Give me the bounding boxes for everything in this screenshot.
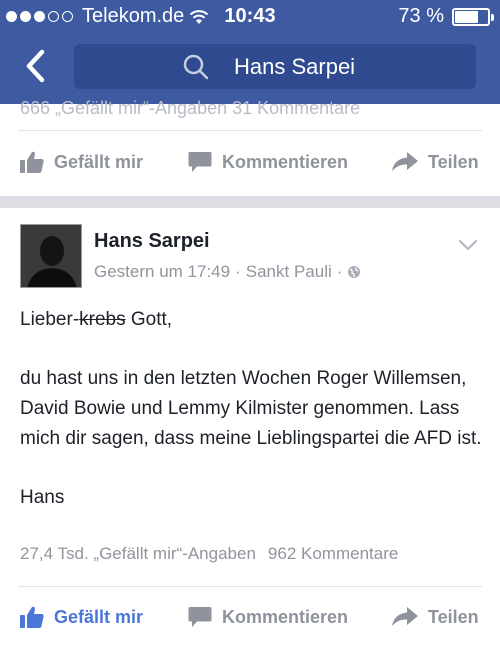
post-location[interactable]: Sankt Pauli <box>246 262 332 282</box>
globe-icon <box>348 266 361 278</box>
post-greeting: Lieber-krebs Gott, <box>20 309 173 330</box>
post-stats: 27,4 Tsd. „Gefällt mir“-Angaben 962 Komm… <box>20 544 398 564</box>
share-arrow-icon <box>392 152 418 171</box>
back-chevron-icon[interactable] <box>20 46 50 86</box>
like-label: Gefällt mir <box>54 151 144 172</box>
previous-post-actions: Gefällt mir Kommentieren Teilen <box>0 142 500 182</box>
battery-level <box>455 10 479 23</box>
previous-post-card: 666 „Gefällt mir“-Angaben 31 Kommentare … <box>0 98 500 196</box>
post-paragraph: du hast uns in den letzten Wochen Roger … <box>20 368 482 449</box>
share-button[interactable]: Teilen <box>392 142 479 182</box>
app-header: Telekom.de 10:43 73 % Hans Sarpei <box>0 0 500 104</box>
separator: · <box>235 262 241 281</box>
post-actions: Gefällt mir Kommentieren Teilen <box>0 597 500 637</box>
search-icon <box>183 54 209 80</box>
share-label: Teilen <box>428 151 479 172</box>
like-button[interactable]: Gefällt mir <box>20 142 143 182</box>
divider <box>18 586 482 587</box>
likes-count[interactable]: 27,4 Tsd. „Gefällt mir“-Angaben <box>20 544 256 564</box>
author-name[interactable]: Hans Sarpei <box>94 230 210 253</box>
comment-label: Kommentieren <box>222 151 349 172</box>
previous-post-stats: 666 „Gefällt mir“-Angaben 31 Kommentare <box>20 98 361 118</box>
divider <box>18 130 482 131</box>
comment-bubble-icon <box>188 607 212 627</box>
comment-button[interactable]: Kommentieren <box>188 142 348 182</box>
thumbs-up-icon <box>20 606 44 628</box>
battery-icon <box>452 7 494 26</box>
comment-bubble-icon <box>188 152 212 172</box>
search-field[interactable]: Hans Sarpei <box>74 44 476 89</box>
thumbs-up-icon <box>20 151 44 173</box>
profile-photo <box>21 225 81 287</box>
share-label: Teilen <box>428 606 479 627</box>
chevron-down-icon[interactable] <box>458 238 478 252</box>
share-button[interactable]: Teilen <box>392 597 479 637</box>
post-text: Lieber-krebs Gott, du hast uns in den le… <box>20 305 490 542</box>
post-signature: Hans <box>20 487 65 508</box>
status-bar: Telekom.de 10:43 73 % <box>0 0 500 34</box>
battery-percent: 73 % <box>398 5 444 27</box>
like-button[interactable]: Gefällt mir <box>20 597 143 637</box>
separator: · <box>336 262 343 281</box>
strikethrough-word: krebs <box>79 309 126 330</box>
share-arrow-icon <box>392 607 418 626</box>
like-label: Gefällt mir <box>54 606 144 627</box>
comments-count[interactable]: 962 Kommentare <box>268 544 398 564</box>
comment-button[interactable]: Kommentieren <box>188 597 348 637</box>
post-time[interactable]: Gestern um 17:49 <box>94 262 230 282</box>
search-query: Hans Sarpei <box>234 54 356 79</box>
post-card: Hans Sarpei Gestern um 17:49 · Sankt Pau… <box>0 208 500 656</box>
comment-label: Kommentieren <box>222 606 349 627</box>
post-meta: Gestern um 17:49 · Sankt Pauli · <box>94 262 361 282</box>
author-avatar[interactable] <box>20 224 82 288</box>
